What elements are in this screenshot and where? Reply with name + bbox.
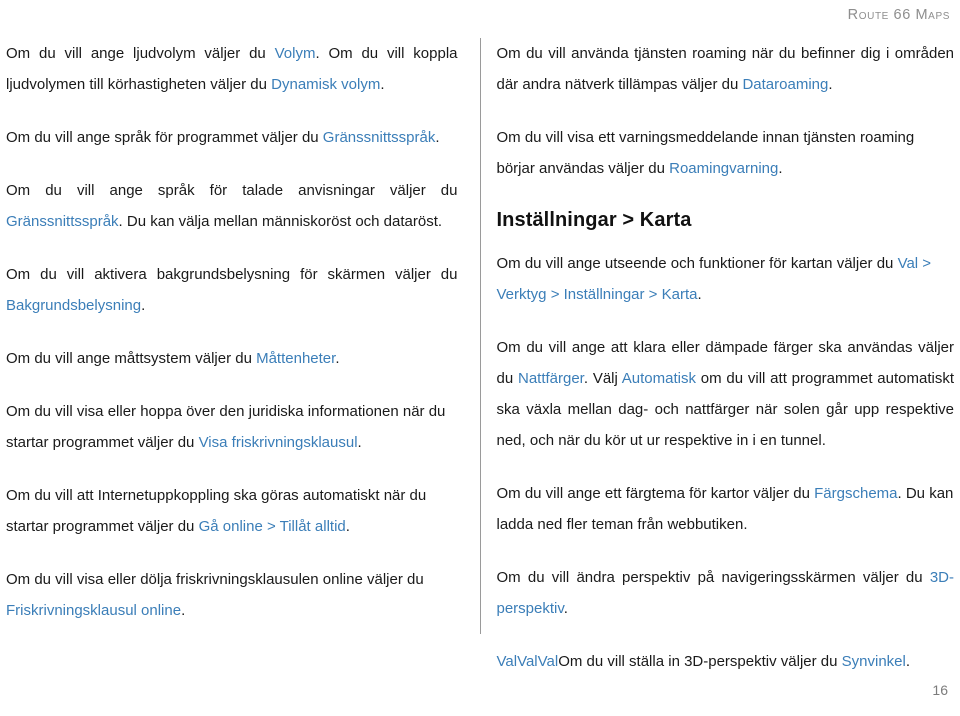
body-text: .	[905, 653, 911, 670]
body-text: Om du vill ange språk för programmet väl…	[6, 129, 323, 146]
body-text: Om du vill ange ljudvolym väljer du	[6, 45, 275, 62]
ui-term-link[interactable]: Nattfärger	[518, 370, 584, 387]
left-column: Om du vill ange ljudvolym väljer du Voly…	[0, 38, 480, 670]
body-text: .	[435, 129, 440, 146]
page-header: Route 66 Maps	[0, 0, 950, 30]
paragraph: Om du vill ange ett färgtema för kartor …	[497, 478, 955, 540]
ui-term-link[interactable]: Gränssnittsspråk	[323, 129, 436, 146]
body-text: .	[380, 76, 385, 93]
body-text: . Välj	[583, 370, 622, 387]
paragraph: Om du vill ändra perspektiv på navigerin…	[497, 562, 955, 624]
body-text: .	[335, 350, 340, 367]
right-column-intro: Om du vill använda tjänsten roaming när …	[497, 38, 955, 184]
body-text: Om du vill ställa in 3D-perspektiv välje…	[558, 653, 842, 670]
body-text: Om du vill ange utseende och funktioner …	[496, 255, 898, 272]
page-footer: 16	[0, 682, 948, 708]
ui-term-link[interactable]: ValValVal	[497, 653, 559, 670]
body-text: .	[345, 518, 350, 535]
paragraph: Om du vill ange ljudvolym väljer du Voly…	[6, 38, 458, 100]
ui-term-link[interactable]: Synvinkel	[842, 653, 906, 670]
ui-term-link[interactable]: Dynamisk volym	[271, 76, 380, 93]
ui-term-link[interactable]: Visa friskrivningsklausul	[199, 434, 358, 451]
paragraph: Om du vill visa eller dölja friskrivning…	[6, 564, 458, 626]
paragraph: Om du vill visa eller hoppa över den jur…	[6, 396, 458, 458]
body-text: Om du vill ange ett färgtema för kartor …	[496, 485, 815, 502]
paragraph: Om du vill aktivera bakgrundsbelysning f…	[6, 259, 458, 321]
body-text: Om du vill använda tjänsten roaming när …	[496, 45, 955, 93]
page-number: 16	[932, 682, 948, 698]
ui-term-link[interactable]: Gå online > Tillåt alltid	[199, 518, 346, 535]
body-text: .	[357, 434, 362, 451]
paragraph: Om du vill att Internetuppkoppling ska g…	[6, 480, 458, 542]
ui-term-link[interactable]: Friskrivningsklausul online	[6, 602, 181, 619]
right-column-sections: Om du vill ange utseende och funktioner …	[497, 248, 955, 677]
page-body: Om du vill ange ljudvolym väljer du Voly…	[0, 38, 960, 670]
paragraph: Om du vill ange att klara eller dämpade …	[497, 332, 955, 456]
section-heading-installningar-karta: Inställningar > Karta	[496, 209, 692, 231]
body-text: .	[141, 297, 146, 314]
body-text: .	[181, 602, 186, 619]
ui-term-link[interactable]: Roamingvarning	[669, 160, 778, 177]
body-text: .	[828, 76, 833, 93]
body-text: .	[778, 160, 783, 177]
running-header-title: Route 66 Maps	[847, 7, 950, 23]
body-text: Om du vill aktivera bakgrundsbelysning f…	[6, 266, 458, 283]
body-text: .	[697, 286, 702, 303]
paragraph: Om du vill ange språk för talade anvisni…	[6, 175, 458, 237]
paragraph: ValValValOm du vill ställa in 3D-perspek…	[497, 646, 955, 677]
ui-term-link[interactable]: Volym	[275, 45, 316, 62]
paragraph: Om du vill ange språk för programmet väl…	[6, 122, 458, 153]
body-text: .	[563, 600, 568, 617]
ui-term-link[interactable]: Automatisk	[622, 370, 696, 387]
body-text: Om du vill visa eller dölja friskrivning…	[6, 571, 424, 588]
paragraph: Om du vill ange måttsystem väljer du Måt…	[6, 343, 458, 374]
body-text: Om du vill ange måttsystem väljer du	[6, 350, 257, 367]
body-text: Om du vill ange språk för talade anvisni…	[6, 182, 458, 199]
paragraph: Om du vill ange utseende och funktioner …	[497, 248, 955, 310]
ui-term-link[interactable]: Färgschema	[814, 485, 897, 502]
body-text: . Du kan välja mellan människoröst och d…	[118, 213, 443, 230]
ui-term-link[interactable]: Bakgrundsbelysning	[6, 297, 141, 314]
ui-term-link[interactable]: Måttenheter	[256, 350, 335, 367]
ui-term-link[interactable]: Gränssnittsspråk	[6, 213, 119, 230]
paragraph: Om du vill använda tjänsten roaming när …	[497, 38, 955, 100]
body-text: Om du vill ändra perspektiv på navigerin…	[496, 569, 930, 586]
paragraph: Om du vill visa ett varningsmeddelande i…	[497, 122, 955, 184]
right-column: Om du vill använda tjänsten roaming när …	[481, 38, 960, 670]
ui-term-link[interactable]: Dataroaming	[742, 76, 828, 93]
